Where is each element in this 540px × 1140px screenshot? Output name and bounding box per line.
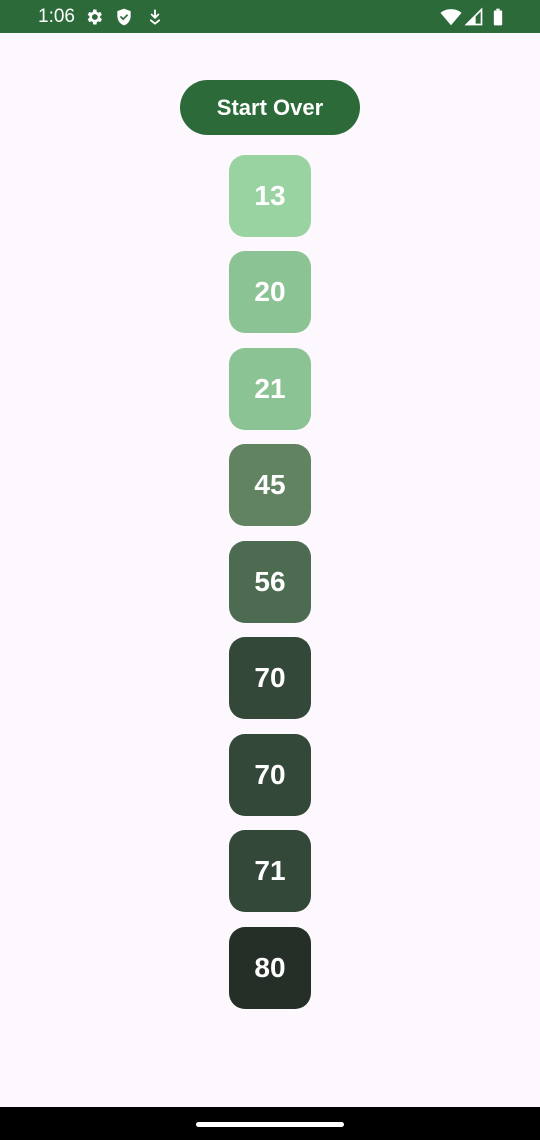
home-gesture-handle[interactable] (196, 1122, 344, 1127)
number-tile-6[interactable]: 70 (229, 637, 311, 719)
wifi-icon (440, 9, 462, 26)
number-tile-5[interactable]: 56 (229, 541, 311, 623)
number-tile-4[interactable]: 45 (229, 444, 311, 526)
number-tile-8[interactable]: 71 (229, 830, 311, 912)
number-tile-1[interactable]: 13 (229, 155, 311, 237)
battery-icon (493, 8, 503, 26)
number-tile-2[interactable]: 20 (229, 251, 311, 333)
status-time: 1:06 (38, 6, 75, 27)
navigation-bar (0, 1107, 540, 1140)
number-tile-3[interactable]: 21 (229, 348, 311, 430)
shield-icon (117, 8, 131, 26)
status-bar: 1:06 (0, 0, 540, 33)
number-tile-7[interactable]: 70 (229, 734, 311, 816)
main-content: Start Over 13 20 21 45 56 70 70 71 80 (0, 33, 540, 1107)
download-icon (149, 9, 161, 25)
number-tile-9[interactable]: 80 (229, 927, 311, 1009)
signal-icon (464, 7, 483, 26)
gear-icon (87, 9, 102, 25)
start-over-button[interactable]: Start Over (180, 80, 360, 135)
